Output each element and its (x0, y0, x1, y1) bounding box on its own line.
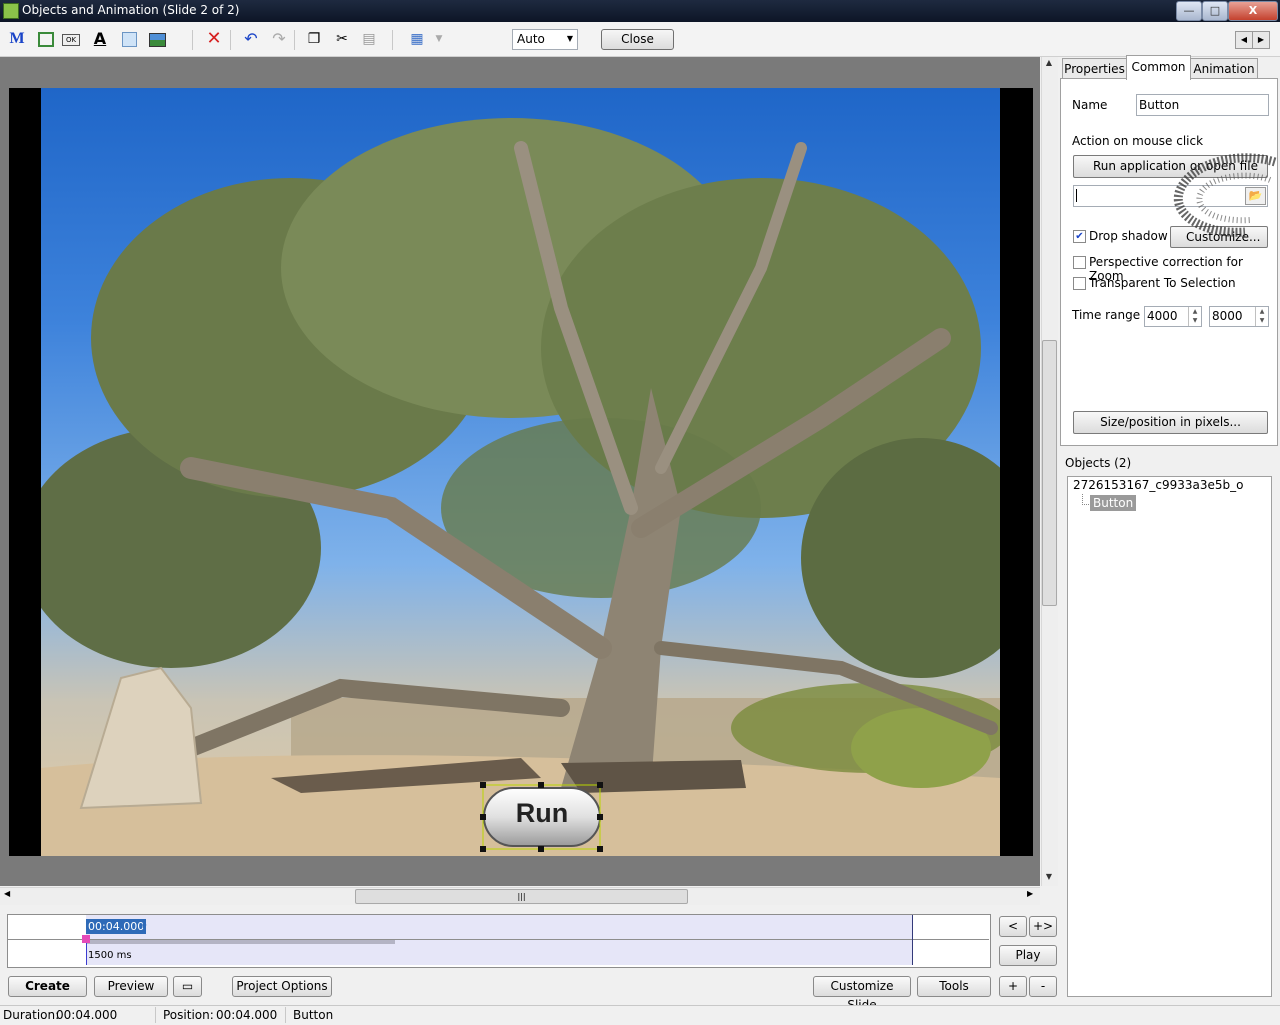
copy-icon[interactable]: ❐ (305, 30, 323, 48)
preview-button[interactable]: Preview (94, 976, 168, 997)
drop-shadow-checkbox[interactable]: ✔ (1073, 230, 1086, 243)
timeline-transition-bar[interactable] (86, 940, 395, 944)
redo-icon[interactable]: ↷ (270, 30, 288, 48)
time-range-end-stepper[interactable]: 8000 ▲ ▼ (1209, 306, 1269, 327)
delete-icon[interactable]: ✕ (205, 30, 223, 48)
time-range-end-value: 8000 (1212, 309, 1243, 323)
chevron-down-icon: ▼ (566, 34, 573, 43)
run-button-label: Run (515, 798, 569, 828)
text-caret (1076, 189, 1077, 202)
zoom-select[interactable]: Auto ▼ (512, 29, 578, 50)
undo-icon[interactable]: ↶ (242, 30, 260, 48)
grid-dropdown-icon[interactable]: ▼ (430, 30, 448, 48)
toolbar-separator (230, 30, 231, 50)
time-range-label: Time range (1072, 308, 1141, 322)
tree-photo-image (41, 118, 1000, 856)
tools-button[interactable]: Tools (917, 976, 991, 997)
play-button[interactable]: Play (999, 945, 1057, 966)
timeline-duration-label: 1500 ms (88, 950, 132, 961)
scroll-left-icon[interactable]: ◀ (4, 889, 10, 898)
app-icon (3, 3, 19, 19)
stepper-arrows-icon[interactable]: ▲ ▼ (1255, 307, 1268, 326)
button-icon-text: OK (62, 34, 80, 46)
tab-properties[interactable]: Properties (1062, 58, 1127, 79)
transparent-selection-checkbox[interactable] (1073, 277, 1086, 290)
timeline-add-icon[interactable]: + (139, 920, 147, 931)
minimize-button[interactable]: — (1176, 1, 1202, 21)
toolbar-separator (392, 30, 393, 50)
tree-item-button[interactable]: Button (1090, 495, 1137, 511)
cut-icon[interactable]: ✂ (333, 30, 351, 48)
status-duration-value: 00:04.000 (56, 1008, 118, 1022)
window-close-button[interactable]: X (1228, 1, 1278, 21)
status-duration-label: Duration: (3, 1008, 60, 1022)
add-button-icon[interactable]: OK (62, 30, 80, 48)
size-position-button[interactable]: Size/position in pixels... (1073, 411, 1268, 434)
tab-common[interactable]: Common (1126, 55, 1191, 80)
scroll-right-icon[interactable]: ▶ (1027, 889, 1033, 898)
timeline-current-time[interactable]: 00:04.000 (86, 919, 147, 934)
toolbar-separator (294, 30, 295, 50)
status-position-label: Position: (163, 1008, 214, 1022)
zoom-value: Auto (517, 32, 545, 46)
next-slide-icon[interactable]: ▶ (1252, 31, 1270, 49)
action-label: Action on mouse click (1072, 134, 1204, 148)
customize-slide-button[interactable]: Customize Slide (813, 976, 911, 1012)
add-text-icon[interactable]: A (91, 30, 109, 48)
grid-icon[interactable]: ▦ (408, 30, 426, 48)
create-button[interactable]: Create (8, 976, 87, 997)
timeline-end-marker[interactable] (912, 915, 913, 965)
add-keyframe-button[interactable]: + (999, 976, 1027, 997)
add-mask-icon[interactable]: M (8, 30, 26, 48)
transparent-selection-label: Transparent To Selection (1089, 276, 1236, 290)
objects-header: Objects (2) (1065, 456, 1132, 470)
previous-keyframe-button[interactable]: < (999, 916, 1027, 937)
name-label: Name (1072, 98, 1108, 112)
time-range-start-stepper[interactable]: 4000 ▲ ▼ (1144, 306, 1202, 327)
name-field[interactable]: Button (1136, 94, 1269, 116)
paste-icon[interactable]: ▤ (360, 30, 378, 48)
status-separator (155, 1007, 156, 1023)
next-keyframe-button[interactable]: +> (1029, 916, 1057, 937)
time-range-start-value: 4000 (1147, 309, 1178, 323)
maximize-button[interactable]: □ (1202, 1, 1228, 21)
stepper-arrows-icon[interactable]: ▲ ▼ (1188, 307, 1201, 326)
timeline-keyframe-icon[interactable] (82, 935, 90, 943)
drop-shadow-label: Drop shadow (1089, 229, 1168, 243)
window-title: Objects and Animation (Slide 2 of 2) (22, 3, 240, 17)
add-rectangle-icon[interactable] (36, 30, 54, 48)
toolbar-separator (192, 30, 193, 50)
tab-animation[interactable]: Animation (1190, 58, 1258, 79)
status-selected-object: Button (293, 1008, 334, 1022)
project-options-button[interactable]: Project Options (232, 976, 332, 997)
close-button[interactable]: Close (601, 29, 674, 50)
add-image-icon[interactable] (148, 30, 166, 48)
scroll-up-icon[interactable]: ▲ (1041, 58, 1057, 72)
perspective-checkbox[interactable] (1073, 256, 1086, 269)
scribble-mark (1173, 153, 1277, 237)
status-separator (285, 1007, 286, 1023)
add-frame-icon[interactable] (120, 30, 138, 48)
name-field-value: Button (1139, 98, 1180, 112)
scroll-down-icon[interactable]: ▼ (1041, 872, 1057, 886)
slide-photo[interactable] (41, 88, 1000, 856)
tree-item-image[interactable]: 2726153167_c9933a3e5b_o (1073, 478, 1243, 492)
fullscreen-preview-icon[interactable]: ▭ (173, 976, 202, 997)
vertical-scroll-thumb[interactable] (1042, 340, 1057, 606)
objects-tree[interactable] (1067, 476, 1272, 997)
previous-slide-icon[interactable]: ◀ (1235, 31, 1253, 49)
status-position-value: 00:04.000 (216, 1008, 278, 1022)
horizontal-scroll-thumb[interactable]: ||| (355, 889, 688, 904)
remove-keyframe-button[interactable]: - (1029, 976, 1057, 997)
